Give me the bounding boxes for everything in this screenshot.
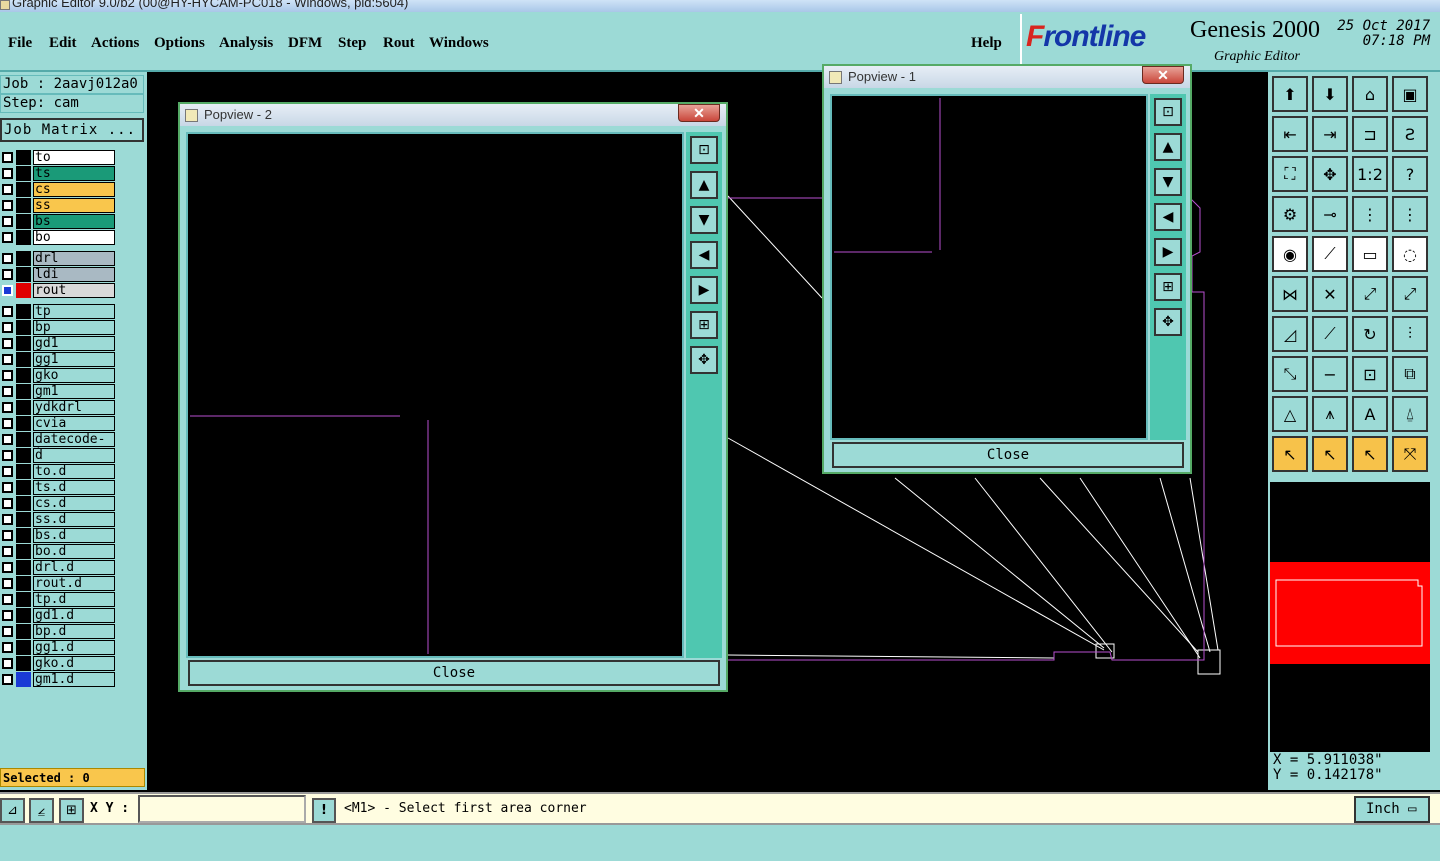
zoom-link-line <box>727 654 1055 659</box>
zoom-fit-icon[interactable]: ▣ <box>1392 76 1428 112</box>
pan-up-icon[interactable]: ⬆ <box>1272 76 1308 112</box>
zoom-link-line <box>1079 477 1201 659</box>
zoom-link-line <box>1039 477 1199 653</box>
xy-label: X Y : <box>90 801 130 816</box>
mirror-icon[interactable]: ⫶ <box>1392 316 1428 352</box>
cursor-coordinates: X = 5.911038" Y = 0.142178" <box>1270 752 1432 788</box>
popview-1-titlebar[interactable]: Popview - 1 <box>824 66 1190 88</box>
tri-b-icon[interactable]: ⩚ <box>1312 396 1348 432</box>
unit-selector[interactable]: Inch ▭ <box>1354 796 1430 823</box>
slash-icon[interactable]: ⟋ <box>1312 316 1348 352</box>
pan-up-icon[interactable]: ▲ <box>690 171 718 199</box>
circle-icon[interactable]: ◌ <box>1392 236 1428 272</box>
zoom-window-icon[interactable]: ⊡ <box>1154 98 1182 126</box>
alert-icon[interactable]: ! <box>312 798 336 823</box>
zoom-window-icon[interactable]: ⊡ <box>690 136 718 164</box>
window-icon <box>829 71 842 84</box>
angle-mode-icon[interactable]: ⦤ <box>29 798 54 823</box>
zoom-out-icon[interactable]: ✥ <box>690 346 718 374</box>
zoom-out-icon[interactable]: ✥ <box>1154 308 1182 336</box>
popview-1-window: Popview - 1 ✕ ⊡ ▲ ▼ ◀ ▶ ⊞ ✥ Close <box>822 64 1192 474</box>
help-icon[interactable]: ? <box>1392 156 1428 192</box>
select-net-icon[interactable]: ⤧ <box>1392 436 1428 472</box>
popview-2-close-x[interactable]: ✕ <box>678 104 720 122</box>
zoom-in-icon[interactable]: ⊞ <box>1154 273 1182 301</box>
tri-d-icon[interactable]: ⍙ <box>1392 396 1428 432</box>
snap-mode-icon[interactable]: ⊿ <box>0 798 25 823</box>
group-icon[interactable]: ⧉ <box>1392 356 1428 392</box>
bottom-bar <box>0 825 1440 861</box>
pad-icon[interactable]: ◉ <box>1272 236 1308 272</box>
zoom-in-icon[interactable]: ⊞ <box>690 311 718 339</box>
popview-1-close-button[interactable]: Close <box>832 442 1184 468</box>
grid-icon[interactable]: ⊞ <box>59 798 84 823</box>
route-b-icon[interactable]: ⋮ <box>1392 196 1428 232</box>
pan-down-icon[interactable]: ▼ <box>1154 168 1182 196</box>
popview-1-toolbar: ⊡ ▲ ▼ ◀ ▶ ⊞ ✥ <box>1150 94 1186 440</box>
arc-b-icon[interactable]: ⤢ <box>1392 276 1428 312</box>
pan-down-icon[interactable]: ⬇ <box>1312 76 1348 112</box>
minus-icon[interactable]: − <box>1312 356 1348 392</box>
tri-c-icon[interactable]: A <box>1352 396 1388 432</box>
zoom-link-line <box>727 195 823 299</box>
status-bar: ⊿ ⦤ ⊞ X Y : ! <M1> - Select first area c… <box>0 792 1440 825</box>
overview-map[interactable] <box>1270 482 1430 752</box>
select-box-icon[interactable]: ↖ <box>1312 436 1348 472</box>
zoom-link-line <box>974 477 1113 653</box>
popview-2-close-button[interactable]: Close <box>188 660 720 686</box>
ratio-icon[interactable]: 1:2 <box>1352 156 1388 192</box>
home-icon[interactable]: ⌂ <box>1352 76 1388 112</box>
box-icon[interactable]: ⊡ <box>1352 356 1388 392</box>
popview-2-toolbar: ⊡ ▲ ▼ ◀ ▶ ⊞ ✥ <box>686 132 722 658</box>
fit-width-icon[interactable]: ⛶ <box>1272 156 1308 192</box>
pan-up-icon[interactable]: ▲ <box>1154 133 1182 161</box>
select-poly-icon[interactable]: ↖ <box>1352 436 1388 472</box>
popview-2-titlebar[interactable]: Popview - 2 <box>180 104 726 126</box>
measure-icon[interactable]: ⊸ <box>1312 196 1348 232</box>
rotate-icon[interactable]: ↻ <box>1352 316 1388 352</box>
pan-left-icon[interactable]: ⇤ <box>1272 116 1308 152</box>
cross-icon[interactable]: ✕ <box>1312 276 1348 312</box>
pan-right-icon[interactable]: ▶ <box>1154 238 1182 266</box>
popview-2-window: Popview - 2 ✕ ⊡ ▲ ▼ ◀ ▶ ⊞ ✥ Close <box>178 102 728 692</box>
ruler-icon[interactable]: ▭ <box>1352 236 1388 272</box>
pan-down-icon[interactable]: ▼ <box>690 206 718 234</box>
xy-input[interactable] <box>138 795 306 823</box>
window-icon <box>185 109 198 122</box>
pan-right-icon[interactable]: ▶ <box>690 276 718 304</box>
settings-icon[interactable]: ⚙ <box>1272 196 1308 232</box>
zoom-link-line <box>894 477 1105 649</box>
snap-icon[interactable]: Ƨ <box>1392 116 1428 152</box>
popview-2-canvas[interactable] <box>186 132 684 658</box>
arc-a-icon[interactable]: ⤢ <box>1352 276 1388 312</box>
angle-icon[interactable]: ◿ <box>1272 316 1308 352</box>
zoom-center-icon[interactable]: ✥ <box>1312 156 1348 192</box>
route-a-icon[interactable]: ⋮ <box>1352 196 1388 232</box>
connect-icon[interactable]: ⋈ <box>1272 276 1308 312</box>
zoom-box <box>1197 649 1221 675</box>
select-icon[interactable]: ↖ <box>1272 436 1308 472</box>
move-icon[interactable]: ⤡ <box>1272 356 1308 392</box>
popview-1-canvas[interactable] <box>830 94 1148 440</box>
zoom-in-icon[interactable]: ⊐ <box>1352 116 1388 152</box>
pan-left-icon[interactable]: ◀ <box>1154 203 1182 231</box>
pan-left-icon[interactable]: ◀ <box>690 241 718 269</box>
zoom-link-line <box>1159 477 1211 653</box>
line-icon[interactable]: ⟋ <box>1312 236 1348 272</box>
prompt-text: <M1> - Select first area corner <box>344 801 587 816</box>
tri-a-icon[interactable]: △ <box>1272 396 1308 432</box>
pan-right-icon[interactable]: ⇥ <box>1312 116 1348 152</box>
popview-1-close-x[interactable]: ✕ <box>1142 66 1184 84</box>
